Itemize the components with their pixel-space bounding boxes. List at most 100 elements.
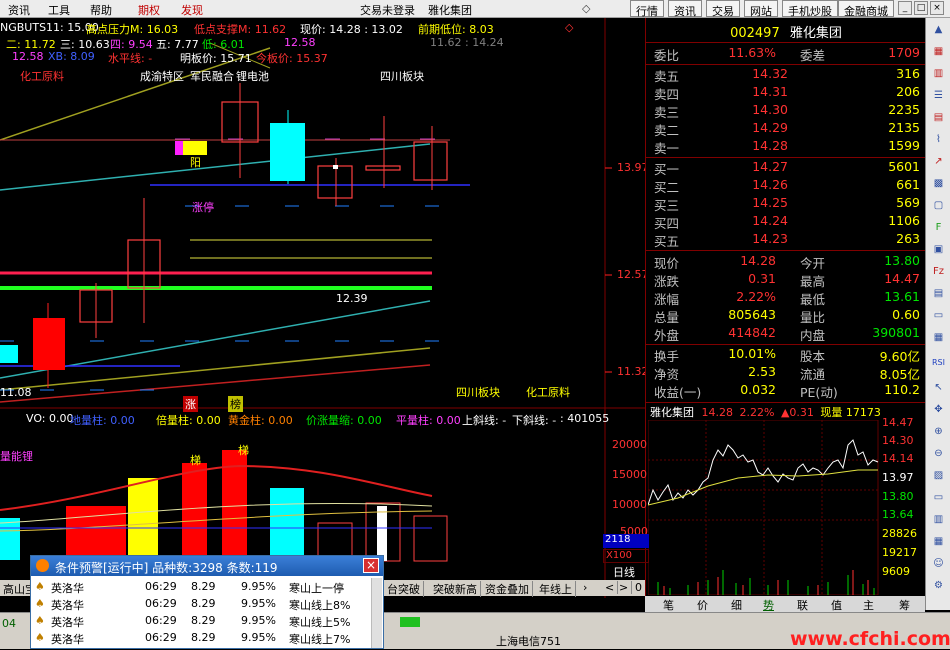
period-day-label[interactable]: 日线 bbox=[603, 564, 649, 579]
order-price: 14.26 bbox=[752, 177, 788, 192]
f10-icon[interactable]: F bbox=[930, 222, 947, 237]
person-icon[interactable]: ☺ bbox=[930, 558, 947, 573]
order-row: 买三 14.25 569 bbox=[654, 195, 924, 213]
quote-tab[interactable]: 笔 bbox=[663, 597, 674, 613]
scroll-up-icon[interactable]: ▲ bbox=[930, 24, 947, 39]
sector-label: 化工原料 bbox=[20, 70, 64, 83]
window-icon[interactable]: ▭ bbox=[930, 310, 947, 325]
lower-huangjin: 黄金柱: 0.00 bbox=[228, 414, 293, 427]
sector-label: 四川板块 bbox=[380, 70, 424, 83]
stat-label: 收益(一) bbox=[654, 385, 702, 400]
quote-tab[interactable]: 值 bbox=[831, 597, 842, 613]
close-icon[interactable]: × bbox=[930, 1, 944, 15]
condition-alert-window[interactable]: 条件预警[运行中] 品种数:3298 条数:119 × ♠ 英洛华 06:29 … bbox=[30, 555, 384, 649]
intraday-chart[interactable] bbox=[648, 420, 880, 595]
tab-market[interactable]: 行情 bbox=[630, 0, 664, 18]
strategy-tab[interactable]: 突破新高 bbox=[430, 581, 481, 597]
alert-row[interactable]: ♠ 英洛华 06:29 8.29 9.95% 寒山线上7% bbox=[31, 629, 383, 646]
lower-beiliang: 倍量柱: 0.00 bbox=[156, 414, 221, 427]
ind-l3-a: 12.58 bbox=[12, 50, 44, 63]
quote-tab[interactable]: 联 bbox=[797, 597, 808, 613]
book-icon[interactable]: ▥ bbox=[930, 514, 947, 529]
bar-chart-icon[interactable]: ▥ bbox=[930, 68, 947, 83]
order-vol: 206 bbox=[896, 84, 920, 99]
side-zero[interactable]: 0 bbox=[632, 581, 646, 594]
fz-icon[interactable]: Fz bbox=[930, 266, 947, 281]
close-icon[interactable]: × bbox=[363, 558, 379, 573]
quote-tab[interactable]: 细 bbox=[731, 597, 742, 613]
side-arrow-right[interactable]: > bbox=[616, 581, 633, 594]
quote-tab[interactable]: 筹 bbox=[899, 597, 910, 613]
grid-icon[interactable]: ▩ bbox=[930, 178, 947, 193]
ind-l3-level: 水平线: - bbox=[108, 52, 153, 65]
stat-label: 流通 bbox=[800, 367, 826, 382]
strategy-tab[interactable]: 资金叠加 bbox=[482, 581, 533, 597]
strategy-tab[interactable]: 年线上 bbox=[536, 581, 576, 597]
mini-price-tick: 13.97 bbox=[882, 471, 914, 484]
maximize-icon[interactable]: □ bbox=[914, 1, 928, 15]
menu-news[interactable]: 资讯 bbox=[8, 2, 30, 18]
menu-help[interactable]: 帮助 bbox=[90, 2, 112, 18]
order-label: 买三 bbox=[654, 198, 680, 213]
order-label: 卖二 bbox=[654, 123, 680, 138]
alert-row[interactable]: ♠ 英洛华 06:29 8.29 9.95% 寒山线上8% bbox=[31, 595, 383, 612]
order-row: 买二 14.26 661 bbox=[654, 177, 924, 195]
kline-icon[interactable]: ▤ bbox=[930, 112, 947, 127]
menu-discover[interactable]: 发现 bbox=[181, 2, 203, 18]
doc-icon[interactable]: ▤ bbox=[930, 288, 947, 303]
order-row: 卖五 14.32 316 bbox=[654, 66, 924, 84]
chevron-right-icon[interactable]: › bbox=[580, 581, 590, 594]
image-icon[interactable]: ▨ bbox=[930, 470, 947, 485]
tab-finance-mall[interactable]: 金融商城 bbox=[838, 0, 894, 18]
cursor-icon[interactable]: ↖ bbox=[930, 382, 947, 397]
ind-l3-tomorrow: 明板价: 15.71 bbox=[180, 52, 252, 65]
sidebar-toggle[interactable]: 侧边栏 bbox=[601, 597, 634, 613]
menu-options[interactable]: 期权 bbox=[138, 2, 160, 18]
order-label: 卖四 bbox=[654, 87, 680, 102]
diamond-icon: ◇ bbox=[582, 2, 591, 15]
stat-value: 14.47 bbox=[884, 271, 920, 286]
lower-xiaxie: 下斜线: - bbox=[512, 414, 557, 427]
login-status[interactable]: 交易未登录 bbox=[360, 2, 415, 18]
quote-tab[interactable]: 主 bbox=[863, 597, 874, 613]
alert-price: 8.29 bbox=[191, 631, 216, 644]
stat-row: 收益(一) 0.032 PE(动) 110.2 bbox=[654, 382, 924, 400]
alert-row[interactable]: ♠ 英洛华 06:29 8.29 9.95% 寒山上一停 bbox=[31, 578, 383, 595]
stat-row: 净资 2.53 流通 8.05亿 bbox=[654, 364, 924, 382]
chart-icon[interactable]: ▦ bbox=[930, 46, 947, 61]
layers-icon[interactable]: ▣ bbox=[930, 244, 947, 259]
minimize-icon[interactable]: _ bbox=[898, 1, 912, 15]
rsi-icon[interactable]: RSI bbox=[930, 358, 947, 373]
quote-tab-active[interactable]: 势 bbox=[763, 597, 774, 613]
alert-scrollbar[interactable] bbox=[371, 578, 382, 648]
stat-label: 外盘 bbox=[654, 328, 680, 343]
move-icon[interactable]: ✥ bbox=[930, 404, 947, 419]
alert-row[interactable]: ♠ 英洛华 06:29 8.29 9.95% 寒山线上5% bbox=[31, 612, 383, 629]
zoom-in-icon[interactable]: ⊕ bbox=[930, 426, 947, 441]
trend-icon[interactable]: ↗ bbox=[930, 156, 947, 171]
zoom-out-icon[interactable]: ⊖ bbox=[930, 448, 947, 463]
order-row: 买五 14.23 263 bbox=[654, 231, 924, 249]
tab-website[interactable]: 网站 bbox=[744, 0, 778, 18]
kline-chart-area[interactable]: NGBUTS11: 15.00 高点压力M: 16.03 低点支撑M: 11.6… bbox=[0, 18, 649, 610]
tab-trade[interactable]: 交易 bbox=[706, 0, 740, 18]
indicator-prev-low: 前期低位: 8.03 bbox=[418, 23, 494, 36]
monitor-icon[interactable]: ▭ bbox=[930, 492, 947, 507]
mini-price-tick: 13.64 bbox=[882, 508, 914, 521]
sector-label: 军民融合 bbox=[190, 70, 234, 83]
settings-icon[interactable]: ⚙ bbox=[930, 580, 947, 595]
menu-tools[interactable]: 工具 bbox=[48, 2, 70, 18]
order-vol: 569 bbox=[896, 195, 920, 210]
list-icon[interactable]: ☰ bbox=[930, 90, 947, 105]
market-server[interactable]: 上海电信751 bbox=[496, 633, 561, 649]
strategy-tab[interactable]: 台突破 bbox=[384, 581, 424, 597]
page-icon[interactable]: ▢ bbox=[930, 200, 947, 215]
tab-info[interactable]: 资讯 bbox=[668, 0, 702, 18]
tab-mobile[interactable]: 手机炒股 bbox=[782, 0, 838, 18]
quote-tab[interactable]: 价 bbox=[697, 597, 708, 613]
lower-shangxie: 上斜线: - bbox=[462, 414, 507, 427]
line-icon[interactable]: ⌇ bbox=[930, 134, 947, 149]
calendar-icon[interactable]: ▦ bbox=[930, 536, 947, 551]
table-icon[interactable]: ▦ bbox=[930, 332, 947, 347]
alert-titlebar[interactable]: 条件预警[运行中] 品种数:3298 条数:119 × bbox=[31, 556, 383, 576]
